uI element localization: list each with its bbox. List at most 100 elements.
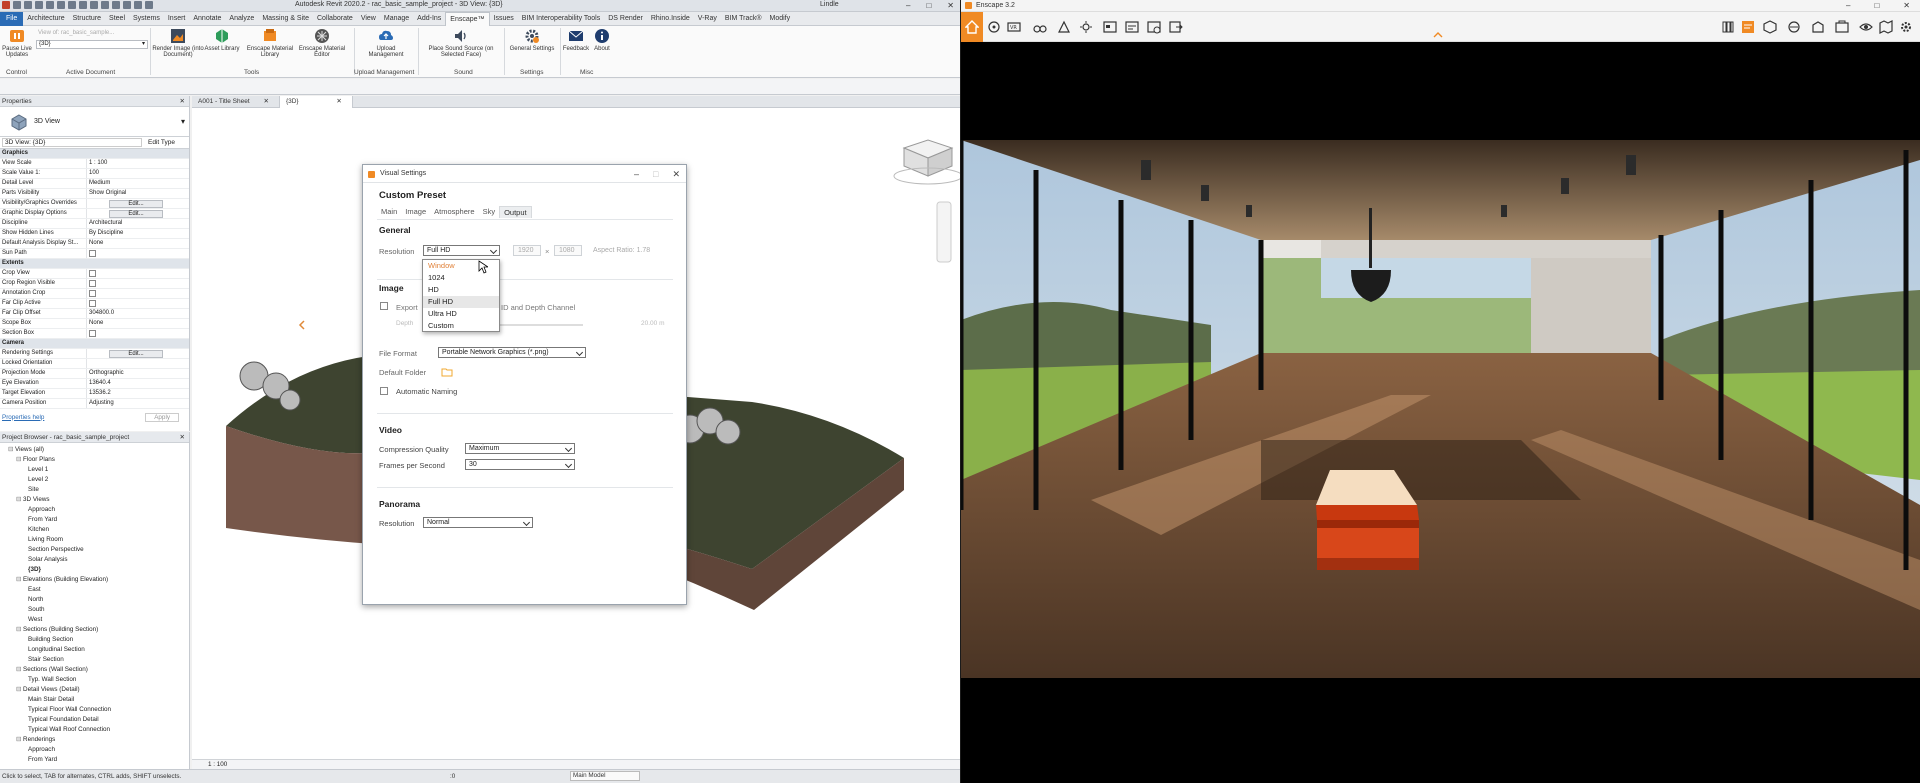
asset-library-button[interactable]: Asset Library: [198, 28, 246, 52]
ribbon-tab[interactable]: BIM Track®: [721, 12, 766, 26]
pause-live-updates-button[interactable]: Pause Live Updates: [2, 28, 32, 58]
ribbon-tab[interactable]: Issues: [490, 12, 518, 26]
minimize-icon[interactable]: –: [1846, 1, 1850, 10]
apply-button[interactable]: Apply: [145, 412, 179, 422]
property-section[interactable]: Graphics: [0, 149, 189, 159]
browser-item[interactable]: South: [0, 605, 189, 615]
browser-item[interactable]: Approach: [0, 745, 189, 755]
folder-icon[interactable]: [441, 367, 453, 377]
expand-icon[interactable]: ⊟: [16, 736, 23, 743]
file-format-select[interactable]: Portable Network Graphics (*.png): [438, 347, 586, 358]
property-value[interactable]: 13640.4: [86, 379, 189, 388]
property-value[interactable]: [86, 249, 189, 258]
property-value[interactable]: Edit...: [86, 209, 189, 218]
properties-help-link[interactable]: Properties help: [2, 414, 44, 421]
close-icon[interactable]: ✕: [180, 432, 185, 443]
settings-tab[interactable]: Atmosphere: [430, 206, 478, 218]
property-value[interactable]: [86, 299, 189, 308]
resolution-select[interactable]: Full HD: [423, 245, 500, 256]
batch-render-icon[interactable]: [1125, 20, 1139, 34]
edit-button[interactable]: Edit...: [109, 350, 163, 358]
settings-gear-icon[interactable]: [1899, 20, 1913, 34]
ribbon-tab[interactable]: Structure: [69, 12, 105, 26]
web-standalone-icon[interactable]: [1147, 20, 1161, 34]
print-icon[interactable]: [68, 1, 76, 9]
browser-item[interactable]: Stair Section: [0, 655, 189, 665]
ribbon-tab[interactable]: Systems: [129, 12, 164, 26]
section-icon[interactable]: [112, 1, 120, 9]
browser-item[interactable]: East: [0, 585, 189, 595]
browser-item[interactable]: {3D}: [0, 565, 189, 575]
expand-icon[interactable]: ⊟: [16, 496, 23, 503]
property-value[interactable]: Show Original: [86, 189, 189, 198]
browser-item[interactable]: Typical Wall Roof Connection: [0, 725, 189, 735]
maximize-icon[interactable]: □: [653, 169, 658, 180]
browser-item[interactable]: ⊟ Views (all): [0, 445, 189, 455]
main-model-select[interactable]: Main Model: [570, 771, 640, 781]
browser-item[interactable]: Approach: [0, 505, 189, 515]
browser-item[interactable]: Main Stair Detail: [0, 695, 189, 705]
resolution-option[interactable]: Ultra HD: [423, 308, 499, 320]
browser-item[interactable]: Typ. Wall Section: [0, 675, 189, 685]
property-value[interactable]: Medium: [86, 179, 189, 188]
type-selector[interactable]: 3D View ▾: [0, 107, 189, 137]
render-image-button[interactable]: Render Image (into Document): [152, 28, 204, 58]
expand-icon[interactable]: ⊟: [16, 626, 23, 633]
ribbon-tab[interactable]: DS Render: [604, 12, 647, 26]
sync-icon[interactable]: [35, 1, 43, 9]
ribbon-tab[interactable]: File: [0, 11, 24, 26]
close-hidden-icon[interactable]: [134, 1, 142, 9]
instance-select[interactable]: 3D View: {3D}: [2, 138, 142, 147]
3d-view-icon[interactable]: [101, 1, 109, 9]
close-icon[interactable]: ✕: [947, 1, 954, 10]
settings-tab[interactable]: Sky: [479, 206, 500, 218]
materials-icon[interactable]: [1721, 20, 1735, 34]
ribbon-tab[interactable]: Modify: [766, 12, 795, 26]
browser-item[interactable]: ⊟ Sections (Wall Section): [0, 665, 189, 675]
fps-select[interactable]: 30: [465, 459, 575, 470]
maximize-icon[interactable]: □: [1874, 1, 1879, 10]
browser-item[interactable]: Kitchen: [0, 525, 189, 535]
resolution-option[interactable]: Full HD: [423, 296, 499, 308]
edit-type-button[interactable]: Edit Type: [148, 139, 175, 146]
property-value[interactable]: 304800.0: [86, 309, 189, 318]
close-icon[interactable]: ✕: [1903, 1, 1910, 10]
save-icon[interactable]: [24, 1, 32, 9]
property-value[interactable]: [86, 279, 189, 288]
export-icon[interactable]: [1169, 20, 1183, 34]
property-value[interactable]: Orthographic: [86, 369, 189, 378]
minimize-icon[interactable]: –: [634, 169, 639, 180]
browser-item[interactable]: North: [0, 595, 189, 605]
thin-lines-icon[interactable]: [123, 1, 131, 9]
ribbon-tab[interactable]: Steel: [105, 12, 129, 26]
automatic-naming-checkbox[interactable]: [380, 387, 388, 395]
expand-icon[interactable]: ⊟: [16, 666, 23, 673]
close-icon[interactable]: ✕: [672, 169, 680, 180]
property-value[interactable]: Edit...: [86, 199, 189, 208]
browser-item[interactable]: Site: [0, 485, 189, 495]
ribbon-tab[interactable]: Collaborate: [313, 12, 357, 26]
property-checkbox[interactable]: [89, 250, 96, 257]
switch-windows-icon[interactable]: [145, 1, 153, 9]
material-editor-icon[interactable]: [1787, 20, 1801, 34]
visual-settings-icon[interactable]: [1835, 20, 1849, 34]
doc-tab-title-sheet[interactable]: A001 - Title Sheet ✕: [192, 96, 280, 108]
compression-select[interactable]: Maximum: [465, 443, 575, 454]
minimap-icon[interactable]: [1879, 20, 1893, 34]
property-checkbox[interactable]: [89, 280, 96, 287]
property-checkbox[interactable]: [89, 290, 96, 297]
upload-management-button[interactable]: Upload Management: [360, 28, 412, 58]
place-sound-source-button[interactable]: Place Sound Source (on Selected Face): [424, 28, 498, 58]
ribbon-tab[interactable]: Massing & Site: [258, 12, 313, 26]
browser-item[interactable]: Typical Foundation Detail: [0, 715, 189, 725]
material-editor-button[interactable]: Enscape Material Editor: [296, 28, 348, 58]
property-checkbox[interactable]: [89, 330, 96, 337]
browser-item[interactable]: ⊟ Floor Plans: [0, 455, 189, 465]
property-value[interactable]: [86, 269, 189, 278]
property-section[interactable]: Extents: [0, 259, 189, 269]
expand-icon[interactable]: ⊟: [16, 686, 23, 693]
ribbon-tab[interactable]: V-Ray: [694, 12, 721, 26]
ribbon-tab[interactable]: Enscape™: [445, 11, 490, 26]
views-icon[interactable]: VR: [1007, 20, 1021, 34]
doc-tab-3d[interactable]: {3D} ✕: [279, 96, 353, 108]
